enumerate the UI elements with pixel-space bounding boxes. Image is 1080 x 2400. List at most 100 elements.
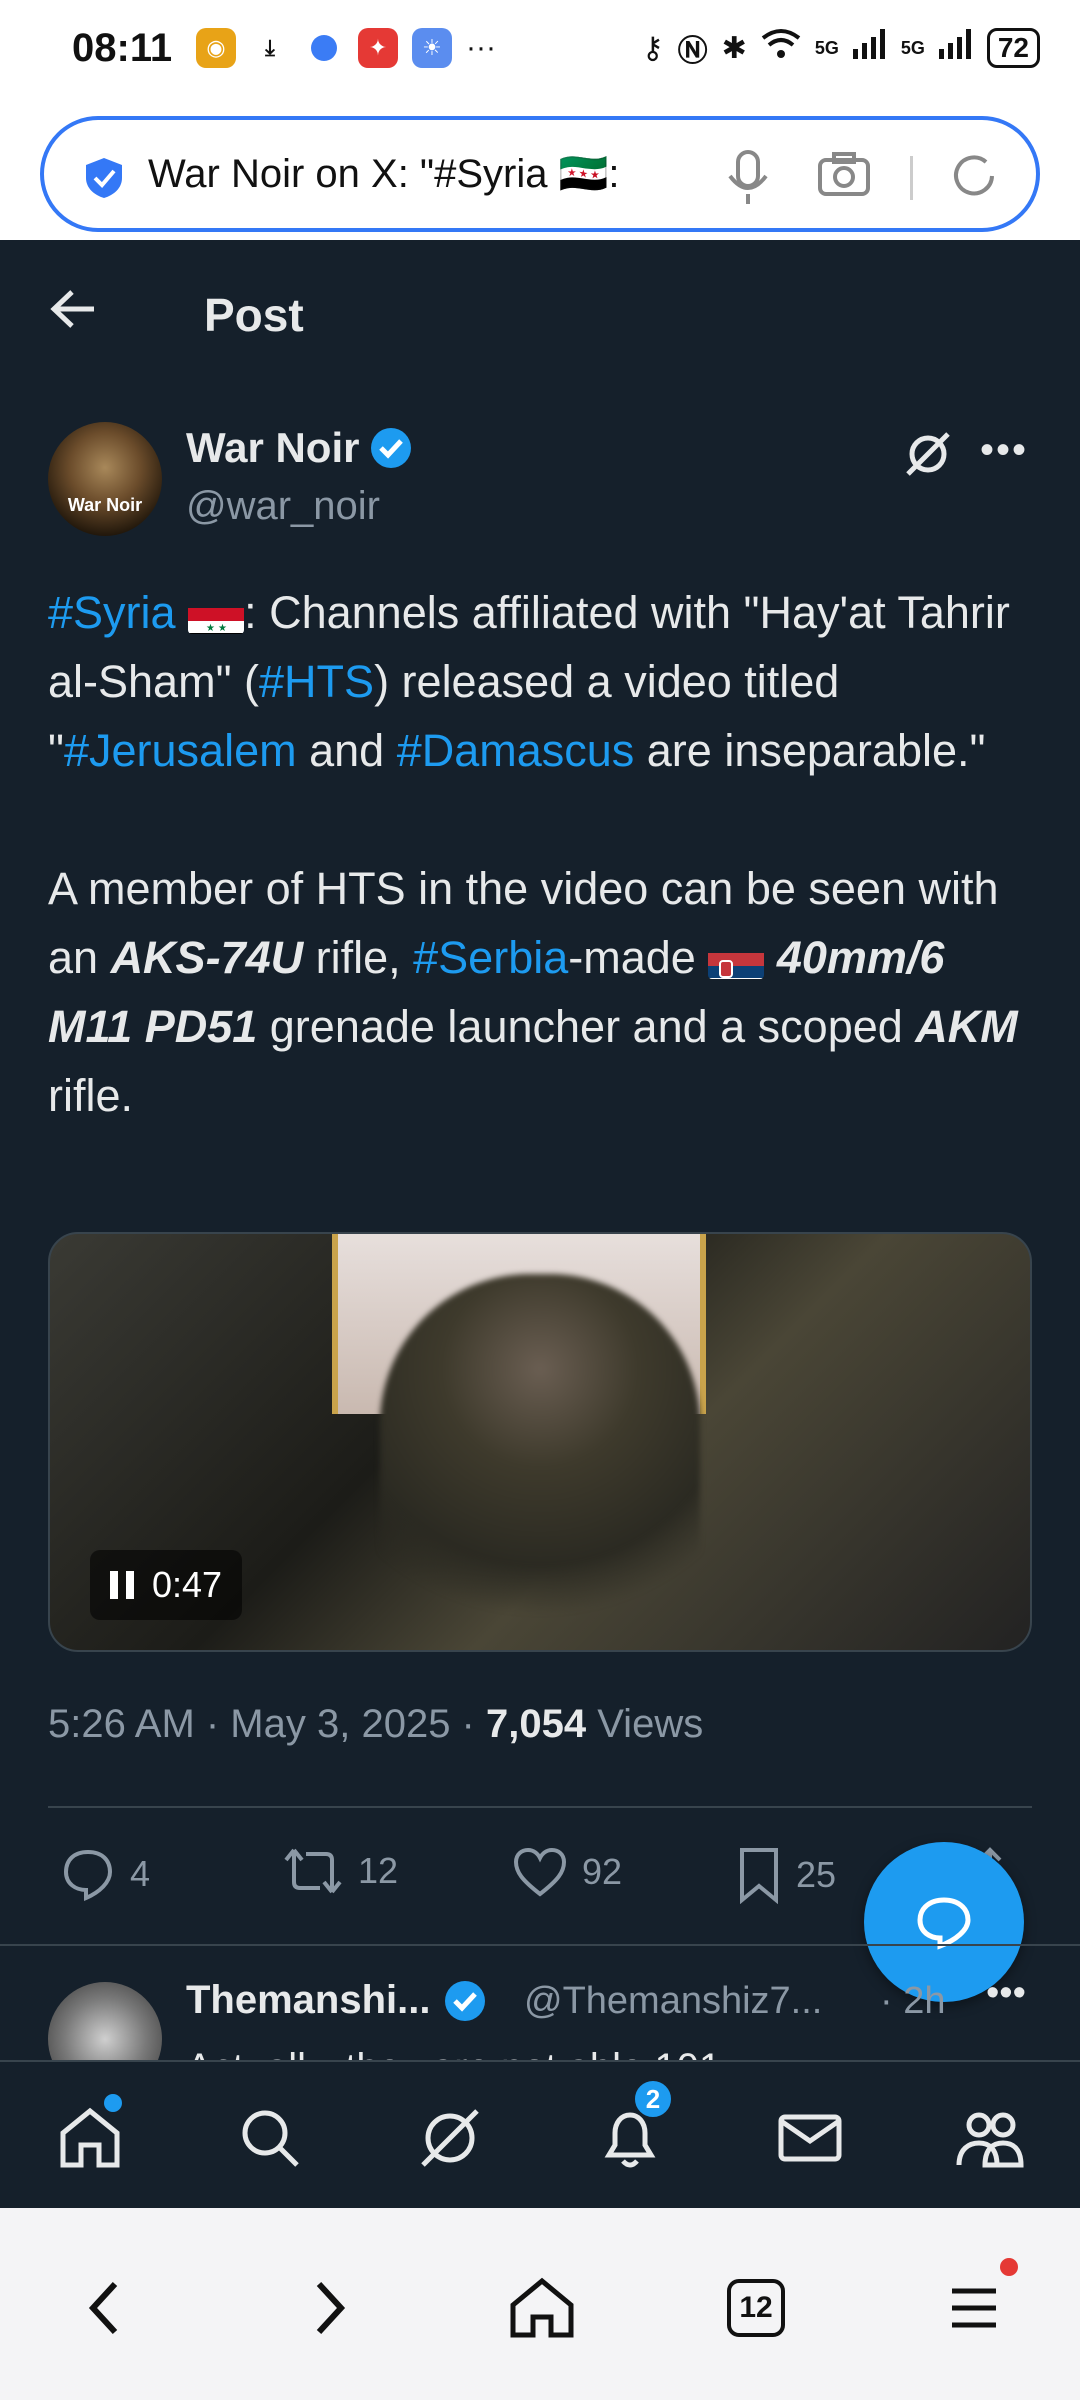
reply-text: Actually, they are not able 101... xyxy=(186,2046,755,2060)
pause-icon[interactable] xyxy=(110,1571,134,1599)
author-name-row[interactable]: War Noir xyxy=(186,424,413,472)
syria-flag-icon: ★ ★ xyxy=(188,596,245,634)
signal-label-1: 5G xyxy=(814,37,839,58)
notification-icons: ◉ ⤓ ✦ ☀ ··· xyxy=(196,28,496,68)
chevron-left-icon xyxy=(88,2281,118,2335)
notifications-badge: 2 xyxy=(632,2078,674,2120)
nav-messages[interactable] xyxy=(770,2098,850,2178)
address-bar[interactable]: War Noir on X: "#Syria 🇸🇾: xyxy=(40,116,1040,232)
avatar[interactable]: War Noir xyxy=(48,422,162,536)
post-text-bold: AKS-74U xyxy=(110,932,304,983)
reply-button[interactable]: 4 xyxy=(60,1846,150,1902)
menu-notification-dot xyxy=(1000,2258,1018,2276)
back-arrow-icon[interactable] xyxy=(48,284,98,334)
repost-button[interactable]: 12 xyxy=(282,1846,398,1896)
address-title: War Noir on X: "#Syria 🇸🇾: xyxy=(148,152,620,196)
chevron-right-icon xyxy=(316,2281,346,2335)
post-text-bold: AKM xyxy=(915,1001,1018,1052)
post-text-segment: and xyxy=(296,725,397,776)
reply-icon xyxy=(63,1849,113,1902)
bookmark-icon xyxy=(740,1848,778,1904)
home-icon xyxy=(510,2277,574,2338)
status-bar: 08:11 ◉ ⤓ ✦ ☀ ··· ⚷ Ⓝ ✱ 5G 5G 72 xyxy=(0,0,1080,100)
post-timestamp: 5:26 AM · May 3, 2025 · xyxy=(48,1702,486,1746)
author-name: War Noir xyxy=(186,424,360,471)
key-icon: ⚷ xyxy=(641,31,664,65)
red-app-icon: ✦ xyxy=(358,28,398,68)
hashtag-damascus[interactable]: #Damascus xyxy=(397,725,635,776)
like-button[interactable]: 92 xyxy=(512,1846,622,1898)
svg-text:★: ★ xyxy=(218,623,227,634)
svg-text:★: ★ xyxy=(206,623,215,634)
browser-back-button[interactable] xyxy=(66,2268,146,2348)
divider xyxy=(910,156,913,200)
reply-time: · 2h xyxy=(880,1980,946,2022)
signal-icon-2 xyxy=(938,29,973,67)
verified-badge-icon xyxy=(371,428,412,468)
clock: 08:11 xyxy=(72,26,173,70)
avatar-text: War Noir xyxy=(67,495,143,515)
blue-dot-app-icon xyxy=(304,28,344,68)
video-subject xyxy=(380,1274,700,1650)
post-text-segment: grenade launcher and a scoped xyxy=(257,1001,916,1052)
repost-icon xyxy=(284,1848,342,1894)
grok-icon xyxy=(421,2109,479,2167)
people-icon xyxy=(956,2112,1024,2168)
video-controls[interactable]: 0:47 xyxy=(90,1550,243,1620)
nav-grok[interactable] xyxy=(410,2098,490,2178)
repost-count: 12 xyxy=(358,1850,399,1891)
bookmark-button[interactable]: 25 xyxy=(736,1846,836,1904)
reply-avatar[interactable] xyxy=(48,1982,162,2060)
tab-count: 12 xyxy=(727,2279,785,2337)
shield-check-icon xyxy=(86,158,122,198)
post-text-segment: rifle, xyxy=(303,932,414,983)
more-notifications-icon: ··· xyxy=(466,31,496,64)
browser-toolbar: War Noir on X: "#Syria 🇸🇾: xyxy=(0,100,1080,240)
page-header: Post xyxy=(0,240,1080,380)
page-title: Post xyxy=(204,289,304,341)
wifi-icon xyxy=(761,28,801,68)
serbia-flag-icon xyxy=(708,941,765,979)
camera-icon[interactable] xyxy=(816,150,872,200)
nav-home[interactable] xyxy=(50,2094,130,2178)
browser-bottom-bar: 12 xyxy=(0,2208,1080,2400)
views-count: 7,054 xyxy=(486,1702,587,1746)
reply-author-handle[interactable]: @Themanshiz7... xyxy=(524,1980,822,2023)
like-icon xyxy=(513,1847,567,1897)
video-time: 0:47 xyxy=(152,1564,223,1605)
hashtag-jerusalem[interactable]: #Jerusalem xyxy=(64,725,297,776)
nav-communities[interactable] xyxy=(950,2098,1030,2178)
more-icon[interactable]: ••• xyxy=(986,1972,1026,2015)
nfc-icon: Ⓝ xyxy=(677,35,708,68)
browser-menu-button[interactable] xyxy=(934,2258,1018,2348)
reload-icon[interactable] xyxy=(948,150,1000,202)
post-text-segment: are inseparable." xyxy=(634,725,986,776)
microphone-icon[interactable] xyxy=(724,148,772,208)
download-icon: ⤓ xyxy=(265,35,275,60)
reply-author-name-row[interactable]: Themanshi... xyxy=(186,1978,487,2023)
reply-item[interactable]: Themanshi... @Themanshiz7... · 2h ••• Ac… xyxy=(0,1946,1080,2060)
browser-home-button[interactable] xyxy=(502,2268,582,2348)
divider xyxy=(48,1806,1032,1808)
menu-icon xyxy=(952,2288,996,2328)
bookmark-count: 25 xyxy=(796,1854,837,1895)
more-icon[interactable]: ••• xyxy=(980,428,1028,473)
signal-label-2: 5G xyxy=(900,37,925,58)
grok-icon[interactable] xyxy=(902,428,954,480)
system-status: ⚷ Ⓝ ✱ 5G 5G 72 xyxy=(642,26,1040,70)
video-player[interactable]: 0:47 xyxy=(48,1232,1032,1652)
weibo-app-icon: ◉ xyxy=(196,28,236,68)
hashtag-serbia[interactable]: #Serbia xyxy=(413,932,568,983)
browser-forward-button[interactable] xyxy=(288,2268,368,2348)
bluetooth-icon: ✱ xyxy=(721,31,747,65)
browser-tabs-button[interactable]: 12 xyxy=(716,2268,796,2348)
nav-search[interactable] xyxy=(230,2098,310,2178)
verified-badge-icon xyxy=(444,1980,485,2021)
post-text: #Syria ★ ★: Channels affiliated with "Hay… xyxy=(48,578,1038,1130)
post-text-segment: -made xyxy=(568,932,709,983)
hashtag-hts[interactable]: #HTS xyxy=(259,656,374,707)
hashtag-syria[interactable]: #Syria xyxy=(48,587,176,638)
author-handle[interactable]: @war_noir xyxy=(186,484,380,529)
nav-notifications[interactable]: 2 xyxy=(590,2078,674,2178)
search-icon xyxy=(242,2110,299,2167)
